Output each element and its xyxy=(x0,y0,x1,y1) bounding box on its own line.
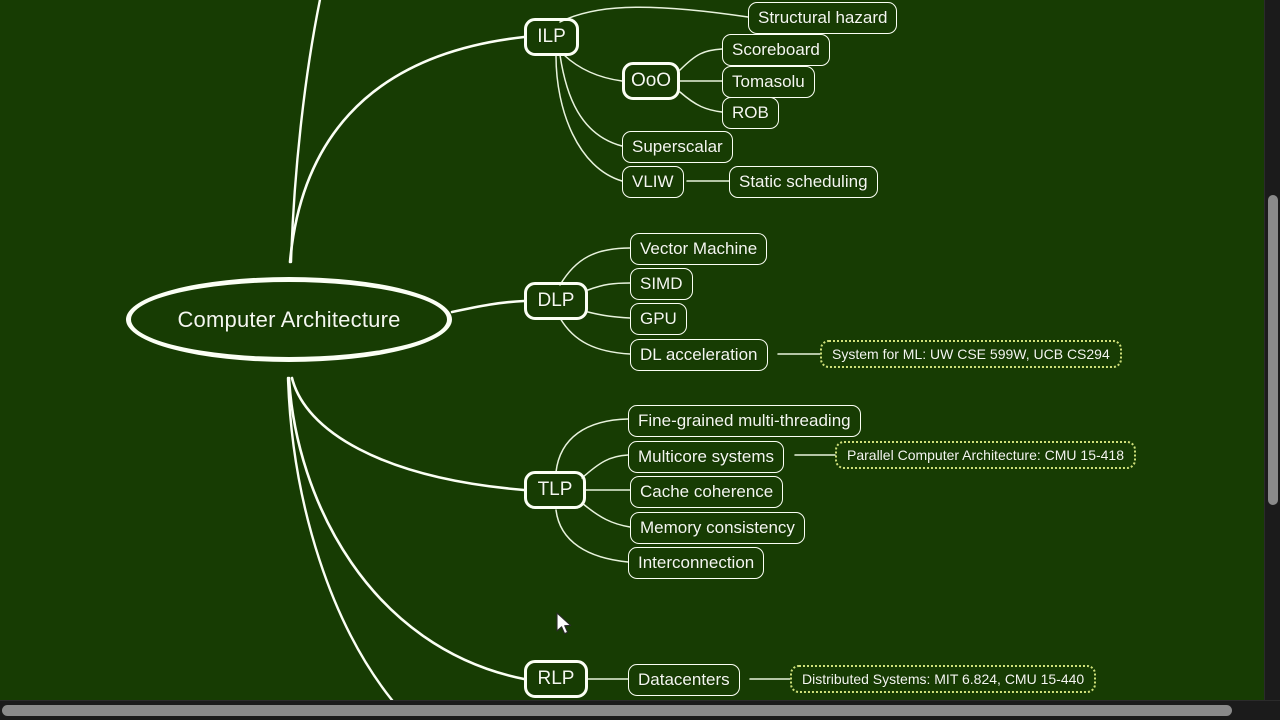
node-memory-consistency[interactable]: Memory consistency xyxy=(630,512,805,544)
vertical-scrollbar[interactable] xyxy=(1264,0,1280,700)
node-vliw[interactable]: VLIW xyxy=(622,166,684,198)
branch-node-dlp[interactable]: DLP xyxy=(524,282,588,320)
node-structural-hazard[interactable]: Structural hazard xyxy=(748,2,898,34)
mouse-cursor xyxy=(556,612,572,635)
reference-node-distributed-systems-label: Distributed Systems: MIT 6.824, CMU 15-4… xyxy=(802,671,1085,687)
node-ooo[interactable]: OoO xyxy=(622,62,680,100)
node-datacenters[interactable]: Datacenters xyxy=(628,664,740,696)
reference-node-parallel-computer-architecture[interactable]: Parallel Computer Architecture: CMU 15-4… xyxy=(835,441,1137,469)
edge-ilp-ooo xyxy=(563,54,623,82)
node-datacenters-label: Datacenters xyxy=(638,670,730,689)
edge-root-rlp xyxy=(287,376,526,681)
reference-node-system-for-ml-label: System for ML: UW CSE 599W, UCB CS294 xyxy=(832,346,1110,362)
node-vliw-label: VLIW xyxy=(632,172,674,191)
edge-dlp-vector-machine xyxy=(559,247,631,286)
edge-dlp-simd xyxy=(587,282,631,291)
edge-ilp-vliw xyxy=(555,55,623,182)
edge-root-top-offscreen xyxy=(289,0,322,264)
node-static-scheduling[interactable]: Static scheduling xyxy=(729,166,878,198)
edge-ilp-superscalar xyxy=(559,54,623,147)
branch-node-dlp-label: DLP xyxy=(537,290,575,311)
node-cache-coherence-label: Cache coherence xyxy=(640,482,774,501)
edge-dlp-dl-acceleration xyxy=(559,317,631,355)
reference-node-parallel-computer-architecture-label: Parallel Computer Architecture: CMU 15-4… xyxy=(847,447,1125,463)
node-gpu[interactable]: GPU xyxy=(630,303,687,335)
edge-root-tlp xyxy=(290,376,526,492)
edge-tlp-fine-grained xyxy=(555,418,629,473)
node-multicore-systems[interactable]: Multicore systems xyxy=(628,441,785,473)
node-fine-grained-multi-threading[interactable]: Fine-grained multi-threading xyxy=(628,405,861,437)
branch-node-tlp[interactable]: TLP xyxy=(524,471,586,509)
node-cache-coherence[interactable]: Cache coherence xyxy=(630,476,784,508)
branch-node-rlp-label: RLP xyxy=(537,668,575,689)
edge-dlp-gpu xyxy=(587,311,631,319)
node-simd-label: SIMD xyxy=(640,274,683,293)
edge-root-dlp xyxy=(450,299,526,314)
node-tomasolu-label: Tomasolu xyxy=(732,72,805,91)
node-structural-hazard-label: Structural hazard xyxy=(758,8,888,27)
root-node-label: Computer Architecture xyxy=(177,306,401,332)
edge-ooo-scoreboard xyxy=(679,48,723,71)
edge-tlp-multicore xyxy=(581,454,629,479)
node-tomasolu[interactable]: Tomasolu xyxy=(722,66,815,98)
node-vector-machine[interactable]: Vector Machine xyxy=(630,233,768,265)
node-dl-acceleration[interactable]: DL acceleration xyxy=(630,339,768,371)
branch-node-tlp-label: TLP xyxy=(537,479,573,500)
node-gpu-label: GPU xyxy=(640,309,677,328)
node-interconnection[interactable]: Interconnection xyxy=(628,547,765,579)
branch-node-ilp[interactable]: ILP xyxy=(524,18,579,56)
edge-root-ilp xyxy=(288,35,526,264)
node-scoreboard-label: Scoreboard xyxy=(732,40,820,59)
node-scoreboard[interactable]: Scoreboard xyxy=(722,34,830,66)
node-fine-grained-multi-threading-label: Fine-grained multi-threading xyxy=(638,411,851,430)
node-vector-machine-label: Vector Machine xyxy=(640,239,758,258)
node-dl-acceleration-label: DL acceleration xyxy=(640,345,758,364)
node-multicore-systems-label: Multicore systems xyxy=(638,447,775,466)
reference-node-distributed-systems[interactable]: Distributed Systems: MIT 6.824, CMU 15-4… xyxy=(790,665,1097,693)
edge-tlp-memory-consistency xyxy=(581,502,631,528)
node-memory-consistency-label: Memory consistency xyxy=(640,518,795,537)
edge-root-bottom-offscreen xyxy=(286,376,394,700)
reference-node-system-for-ml[interactable]: System for ML: UW CSE 599W, UCB CS294 xyxy=(820,340,1122,368)
node-interconnection-label: Interconnection xyxy=(638,553,755,572)
edge-tlp-interconnection xyxy=(555,509,629,563)
root-node-computer-architecture[interactable]: Computer Architecture xyxy=(126,277,452,362)
branch-node-ilp-label: ILP xyxy=(537,26,566,47)
branch-node-rlp[interactable]: RLP xyxy=(524,660,588,698)
node-superscalar[interactable]: Superscalar xyxy=(622,131,733,163)
node-rob-label: ROB xyxy=(732,103,769,122)
edge-ilp-structural-hazard xyxy=(559,6,749,23)
horizontal-scrollbar-thumb[interactable] xyxy=(2,705,1232,716)
node-ooo-label: OoO xyxy=(630,70,672,91)
mindmap-viewport: Computer Architecture ILP Structural haz… xyxy=(0,0,1280,720)
mindmap-canvas[interactable]: Computer Architecture ILP Structural haz… xyxy=(0,0,1264,700)
horizontal-scrollbar[interactable] xyxy=(0,700,1280,720)
vertical-scrollbar-thumb[interactable] xyxy=(1268,195,1278,505)
edge-ooo-rob xyxy=(679,91,723,113)
node-simd[interactable]: SIMD xyxy=(630,268,693,300)
node-static-scheduling-label: Static scheduling xyxy=(739,172,868,191)
node-superscalar-label: Superscalar xyxy=(632,137,723,156)
node-rob[interactable]: ROB xyxy=(722,97,779,129)
